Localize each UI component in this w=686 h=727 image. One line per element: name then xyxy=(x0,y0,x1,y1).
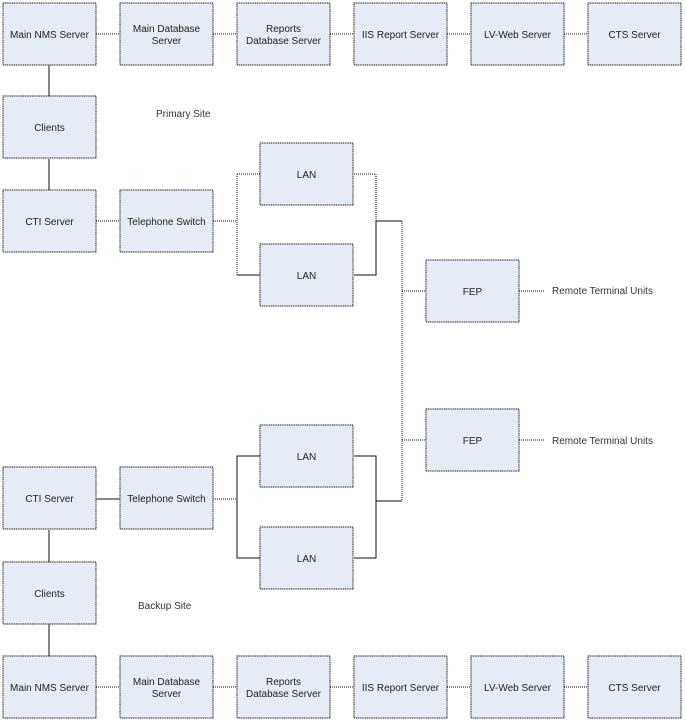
primary-clients-label: Clients xyxy=(34,123,65,134)
backup-server-3[interactable]: IIS Report Server xyxy=(353,655,448,719)
fep-links xyxy=(402,290,426,441)
primary-cti-server[interactable]: CTI Server xyxy=(2,189,97,253)
backup-clients[interactable]: Clients xyxy=(2,561,97,625)
fep-2[interactable]: FEP xyxy=(425,408,520,472)
primary-server-5-label: CTS Server xyxy=(608,30,661,41)
primary-server-3-label: IIS Report Server xyxy=(362,30,440,41)
rtu-links xyxy=(519,290,545,441)
primary-server-0-label: Main NMS Server xyxy=(10,30,90,41)
backup-server-4[interactable]: LV-Web Server xyxy=(470,655,565,719)
primary-clients[interactable]: Clients xyxy=(2,95,97,159)
backup-lan-2-label: LAN xyxy=(297,554,316,565)
backup-server-1[interactable]: Main DatabaseServer xyxy=(119,655,214,719)
primary-server-4[interactable]: LV-Web Server xyxy=(470,2,565,66)
primary-server-2-label: Database Server xyxy=(246,36,322,47)
primary-telephone-switch-label: Telephone Switch xyxy=(127,217,205,228)
fep-2-label: FEP xyxy=(463,436,483,447)
primary-cti-server-label: CTI Server xyxy=(25,217,74,228)
rtu-label-2: Remote Terminal Units xyxy=(552,436,653,447)
primary-site-label: Primary Site xyxy=(156,109,211,120)
primary-switch-bus xyxy=(213,174,238,275)
backup-lan-1-label: LAN xyxy=(297,452,316,463)
primary-lan2-out xyxy=(354,221,377,276)
backup-site-label: Backup Site xyxy=(138,601,192,612)
backup-cti-server-label: CTI Server xyxy=(25,494,74,505)
backup-server-5-label: CTS Server xyxy=(608,683,661,694)
backup-server-2-label: Reports xyxy=(266,677,301,688)
backup-server-1-label: Server xyxy=(152,689,182,700)
backup-server-2-label: Database Server xyxy=(246,689,322,700)
primary-lan-2[interactable]: LAN xyxy=(259,243,354,307)
backup-lan-2[interactable]: LAN xyxy=(259,526,354,590)
primary-lan-1-label: LAN xyxy=(297,170,316,181)
backup-server-0-label: Main NMS Server xyxy=(10,683,90,694)
primary-lan-1[interactable]: LAN xyxy=(259,142,354,206)
primary-server-2[interactable]: ReportsDatabase Server xyxy=(236,2,331,66)
primary-telephone-switch[interactable]: Telephone Switch xyxy=(119,189,214,253)
primary-server-3[interactable]: IIS Report Server xyxy=(353,2,448,66)
backup-lan-1[interactable]: LAN xyxy=(259,424,354,488)
primary-server-1-label: Main Database xyxy=(133,24,201,35)
backup-telephone-switch[interactable]: Telephone Switch xyxy=(119,466,214,530)
network-diagram: Main NMS ServerMain DatabaseServerReport… xyxy=(2,2,682,719)
primary-server-4-label: LV-Web Server xyxy=(484,30,552,41)
primary-lan-2-label: LAN xyxy=(297,271,316,282)
backup-telephone-switch-label: Telephone Switch xyxy=(127,494,205,505)
fep-1-label: FEP xyxy=(463,287,483,298)
fep-1[interactable]: FEP xyxy=(425,259,520,323)
backup-server-1-label: Main Database xyxy=(133,677,201,688)
primary-server-5[interactable]: CTS Server xyxy=(587,2,682,66)
backup-lan-out xyxy=(354,455,377,559)
primary-server-0[interactable]: Main NMS Server xyxy=(2,2,97,66)
backup-server-3-label: IIS Report Server xyxy=(362,683,440,694)
primary-server-2-label: Reports xyxy=(266,24,301,35)
backup-cti-server[interactable]: CTI Server xyxy=(2,466,97,530)
primary-server-1[interactable]: Main DatabaseServer xyxy=(119,2,214,66)
backup-switch-bus xyxy=(236,455,260,559)
backup-clients-label: Clients xyxy=(34,589,65,600)
backup-server-2[interactable]: ReportsDatabase Server xyxy=(236,655,331,719)
primary-server-1-label: Server xyxy=(152,36,182,47)
backup-server-4-label: LV-Web Server xyxy=(484,683,552,694)
rtu-label-1: Remote Terminal Units xyxy=(552,286,653,297)
backup-server-0[interactable]: Main NMS Server xyxy=(2,655,97,719)
primary-lan1-out xyxy=(354,173,377,221)
backup-server-5[interactable]: CTS Server xyxy=(587,655,682,719)
